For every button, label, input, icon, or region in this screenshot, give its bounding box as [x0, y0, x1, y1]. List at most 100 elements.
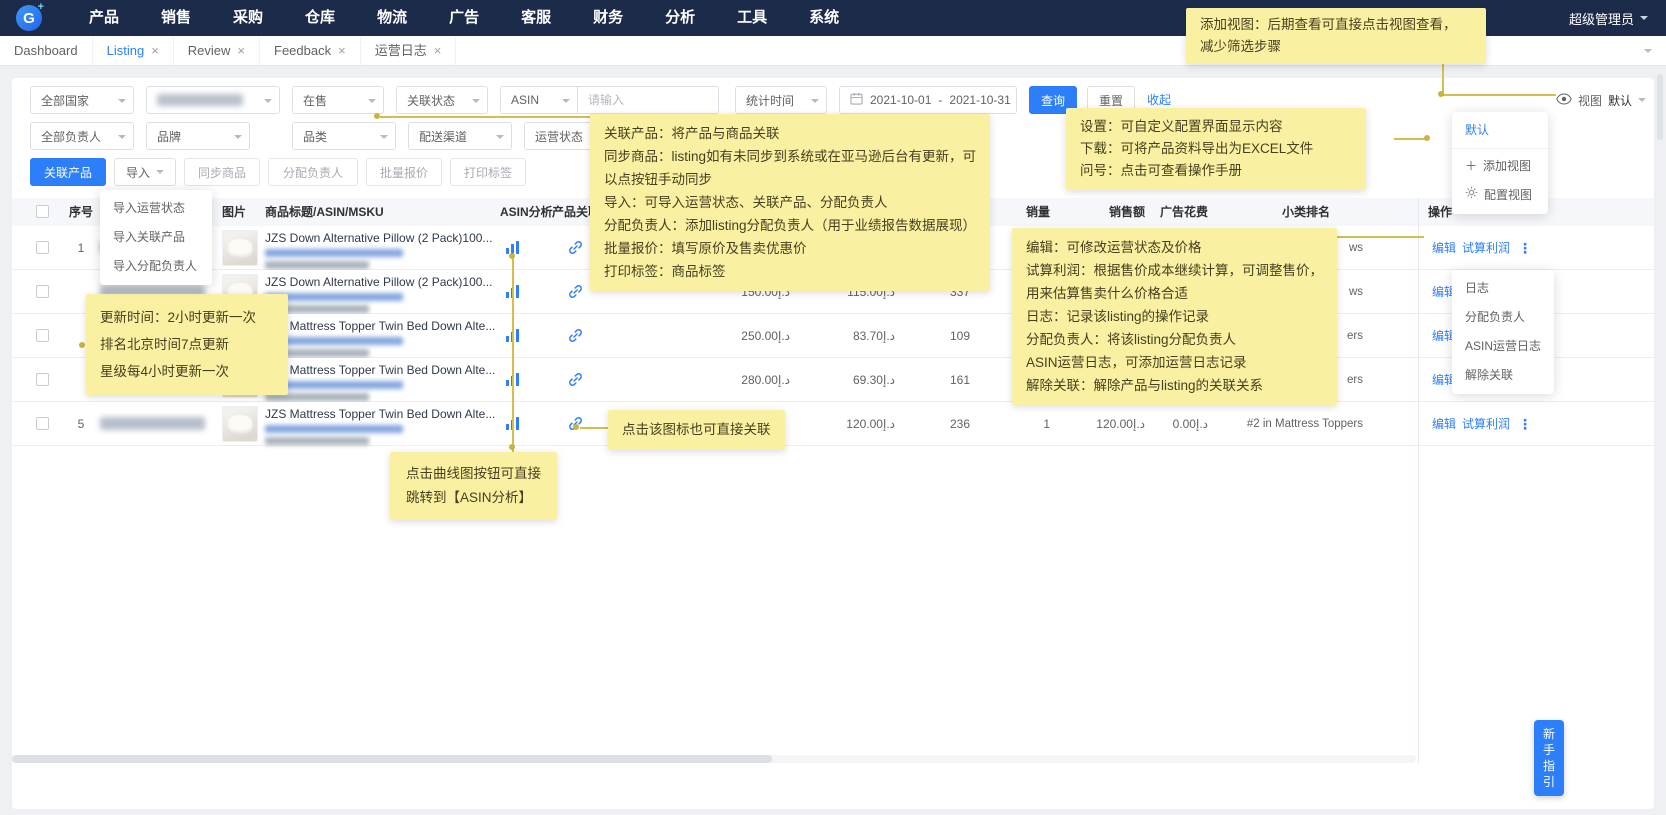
nav-item-system[interactable]: 系统 [788, 0, 860, 36]
menu-item-config-view[interactable]: 配置视图 [1452, 181, 1548, 210]
stat-time-select[interactable]: 统计时间 [735, 86, 827, 114]
note-line: 点击该图标也可直接关联 [622, 422, 771, 437]
product-title-block[interactable]: JZS Mattress Topper Twin Bed Down Alte..… [265, 363, 500, 401]
sync-products-button[interactable]: 同步商品 [184, 158, 260, 186]
import-button[interactable]: 导入 [114, 158, 176, 186]
product-link-icon[interactable] [568, 328, 583, 348]
beginner-guide-button[interactable]: 新手指引 [1534, 720, 1564, 796]
menu-item-add-view[interactable]: ＋ 添加视图 [1452, 152, 1548, 181]
assign-owner-button[interactable]: 分配负责人 [268, 158, 358, 186]
menu-item-unlink[interactable]: 解除关联 [1452, 361, 1554, 390]
tab-review[interactable]: Review × [174, 35, 260, 66]
owner-select[interactable]: 全部负责人 [30, 122, 134, 150]
sync-label: 同步商品 [197, 165, 246, 180]
batch-quote-button[interactable]: 批量报价 [366, 158, 442, 186]
connector-dot [509, 253, 515, 259]
search-type-select[interactable]: ASIN [500, 86, 578, 114]
product-image[interactable] [222, 230, 258, 266]
note-line: 分配负责人：将该listing分配负责人 [1026, 332, 1237, 347]
country-select[interactable]: 全部国家 [30, 86, 134, 114]
tab-list-chevron-icon[interactable] [1644, 48, 1652, 57]
menu-item-asin-op-log[interactable]: ASIN运营日志 [1452, 332, 1554, 361]
menu-item-import-assign-owner[interactable]: 导入分配负责人 [100, 252, 212, 281]
relation-status-select[interactable]: 关联状态 [396, 86, 488, 114]
profit-calc-link[interactable]: 试算利润 [1462, 226, 1510, 270]
reviews-cell: 161 [949, 373, 970, 387]
nav-item-product[interactable]: 产品 [68, 0, 140, 36]
tab-listing[interactable]: Listing × [93, 35, 174, 66]
close-icon[interactable]: × [338, 44, 346, 57]
row-checkbox[interactable] [36, 285, 49, 298]
store-select[interactable] [146, 86, 280, 114]
link-product-button[interactable]: 关联产品 [30, 158, 106, 186]
nav-item-analytics[interactable]: 分析 [644, 0, 716, 36]
edit-link[interactable]: 编辑 [1432, 226, 1456, 270]
row-checkbox[interactable] [36, 241, 49, 254]
category-select[interactable]: 品类 [292, 122, 396, 150]
select-all-checkbox[interactable] [36, 205, 49, 218]
close-icon[interactable]: × [237, 44, 245, 57]
menu-item-import-link-product[interactable]: 导入关联产品 [100, 223, 212, 252]
search-input[interactable] [577, 86, 719, 114]
close-icon[interactable]: × [151, 44, 159, 57]
menu-item-import-op-status[interactable]: 导入运营状态 [100, 194, 212, 223]
rank-cell: #2 in Mattress Toppers [1246, 418, 1363, 430]
product-title-block[interactable]: JZS Down Alternative Pillow (2 Pack)100.… [265, 231, 500, 269]
edit-link[interactable]: 编辑 [1432, 402, 1456, 446]
product-title[interactable]: JZS Down Alternative Pillow (2 Pack)100.… [265, 275, 500, 289]
sale-status-select[interactable]: 在售 [292, 86, 384, 114]
tab-op-log[interactable]: 运营日志 × [361, 35, 457, 66]
product-image[interactable] [222, 406, 258, 442]
price-cell: 250.00د.إ [741, 329, 790, 343]
more-actions-icon[interactable]: ⋮ [1518, 402, 1532, 446]
print-label-button[interactable]: 打印标签 [450, 158, 526, 186]
menu-item-view-default[interactable]: 默认 [1452, 116, 1548, 145]
menu-item-log[interactable]: 日志 [1452, 274, 1554, 303]
header-revenue: 销售额 [1108, 205, 1145, 219]
table-row[interactable]: 5 JZS Mattress Topper Twin Bed Down Alte… [12, 402, 1654, 446]
product-title[interactable]: JZS Mattress Topper Twin Bed Down Alte..… [265, 319, 500, 333]
nav-item-warehouse[interactable]: 仓库 [284, 0, 356, 36]
app-logo-icon[interactable]: G + [16, 1, 44, 31]
close-icon[interactable]: × [434, 44, 442, 57]
row-checkbox[interactable] [36, 329, 49, 342]
tab-feedback[interactable]: Feedback × [260, 35, 361, 66]
more-actions-icon[interactable]: ⋮ [1518, 226, 1532, 270]
product-title[interactable]: JZS Mattress Topper Twin Bed Down Alte..… [265, 407, 500, 421]
menu-item-assign-owner[interactable]: 分配负责人 [1452, 303, 1554, 332]
view-control[interactable]: 视图 默认 [1556, 86, 1647, 114]
note-link-icon: 点击该图标也可直接关联 [608, 410, 785, 450]
nav-item-purchase[interactable]: 采购 [212, 0, 284, 36]
brand-select[interactable]: 品牌 [146, 122, 250, 150]
product-link-icon[interactable] [568, 240, 583, 260]
header-seq: 序号 [68, 205, 93, 219]
horizontal-scrollbar[interactable] [12, 755, 1416, 763]
product-link-icon[interactable] [568, 284, 583, 304]
product-title[interactable]: JZS Down Alternative Pillow (2 Pack)100.… [265, 231, 500, 245]
nav-item-advertising[interactable]: 广告 [428, 0, 500, 36]
product-title-block[interactable]: JZS Mattress Topper Twin Bed Down Alte..… [265, 407, 500, 445]
product-title[interactable]: JZS Mattress Topper Twin Bed Down Alte..… [265, 363, 500, 377]
product-title-block[interactable]: JZS Mattress Topper Twin Bed Down Alte..… [265, 319, 500, 357]
row-checkbox[interactable] [36, 373, 49, 386]
product-link-icon[interactable] [568, 372, 583, 392]
date-range-picker[interactable]: 2021-10-01 - 2021-10-31 [839, 86, 1017, 114]
user-menu[interactable]: 超级管理员 [1569, 9, 1648, 28]
horizontal-scrollbar-thumb[interactable] [12, 755, 772, 763]
profit-calc-link[interactable]: 试算利润 [1462, 402, 1510, 446]
nav-item-logistics[interactable]: 物流 [356, 0, 428, 36]
vertical-scrollbar-thumb[interactable] [1657, 74, 1663, 140]
row-checkbox[interactable] [36, 417, 49, 430]
product-title-block[interactable]: JZS Down Alternative Pillow (2 Pack)100.… [265, 275, 500, 313]
nav-item-tools[interactable]: 工具 [716, 0, 788, 36]
nav-item-sales[interactable]: 销售 [140, 0, 212, 36]
delivery-channel-value: 配送渠道 [419, 129, 468, 144]
note-operations-help: 编辑：可修改运营状态及价格 试算利润：根据售价成本继续计算，可调整售价， 用来估… [1012, 228, 1337, 405]
delivery-channel-select[interactable]: 配送渠道 [408, 122, 512, 150]
tab-dashboard[interactable]: Dashboard [0, 35, 93, 66]
connector-line [1442, 94, 1556, 96]
chevron-down-icon [1638, 98, 1647, 106]
nav-item-finance[interactable]: 财务 [572, 0, 644, 36]
nav-item-customer-service[interactable]: 客服 [500, 0, 572, 36]
note-line: 批量报价：填写原价及售卖优惠价 [604, 241, 807, 256]
